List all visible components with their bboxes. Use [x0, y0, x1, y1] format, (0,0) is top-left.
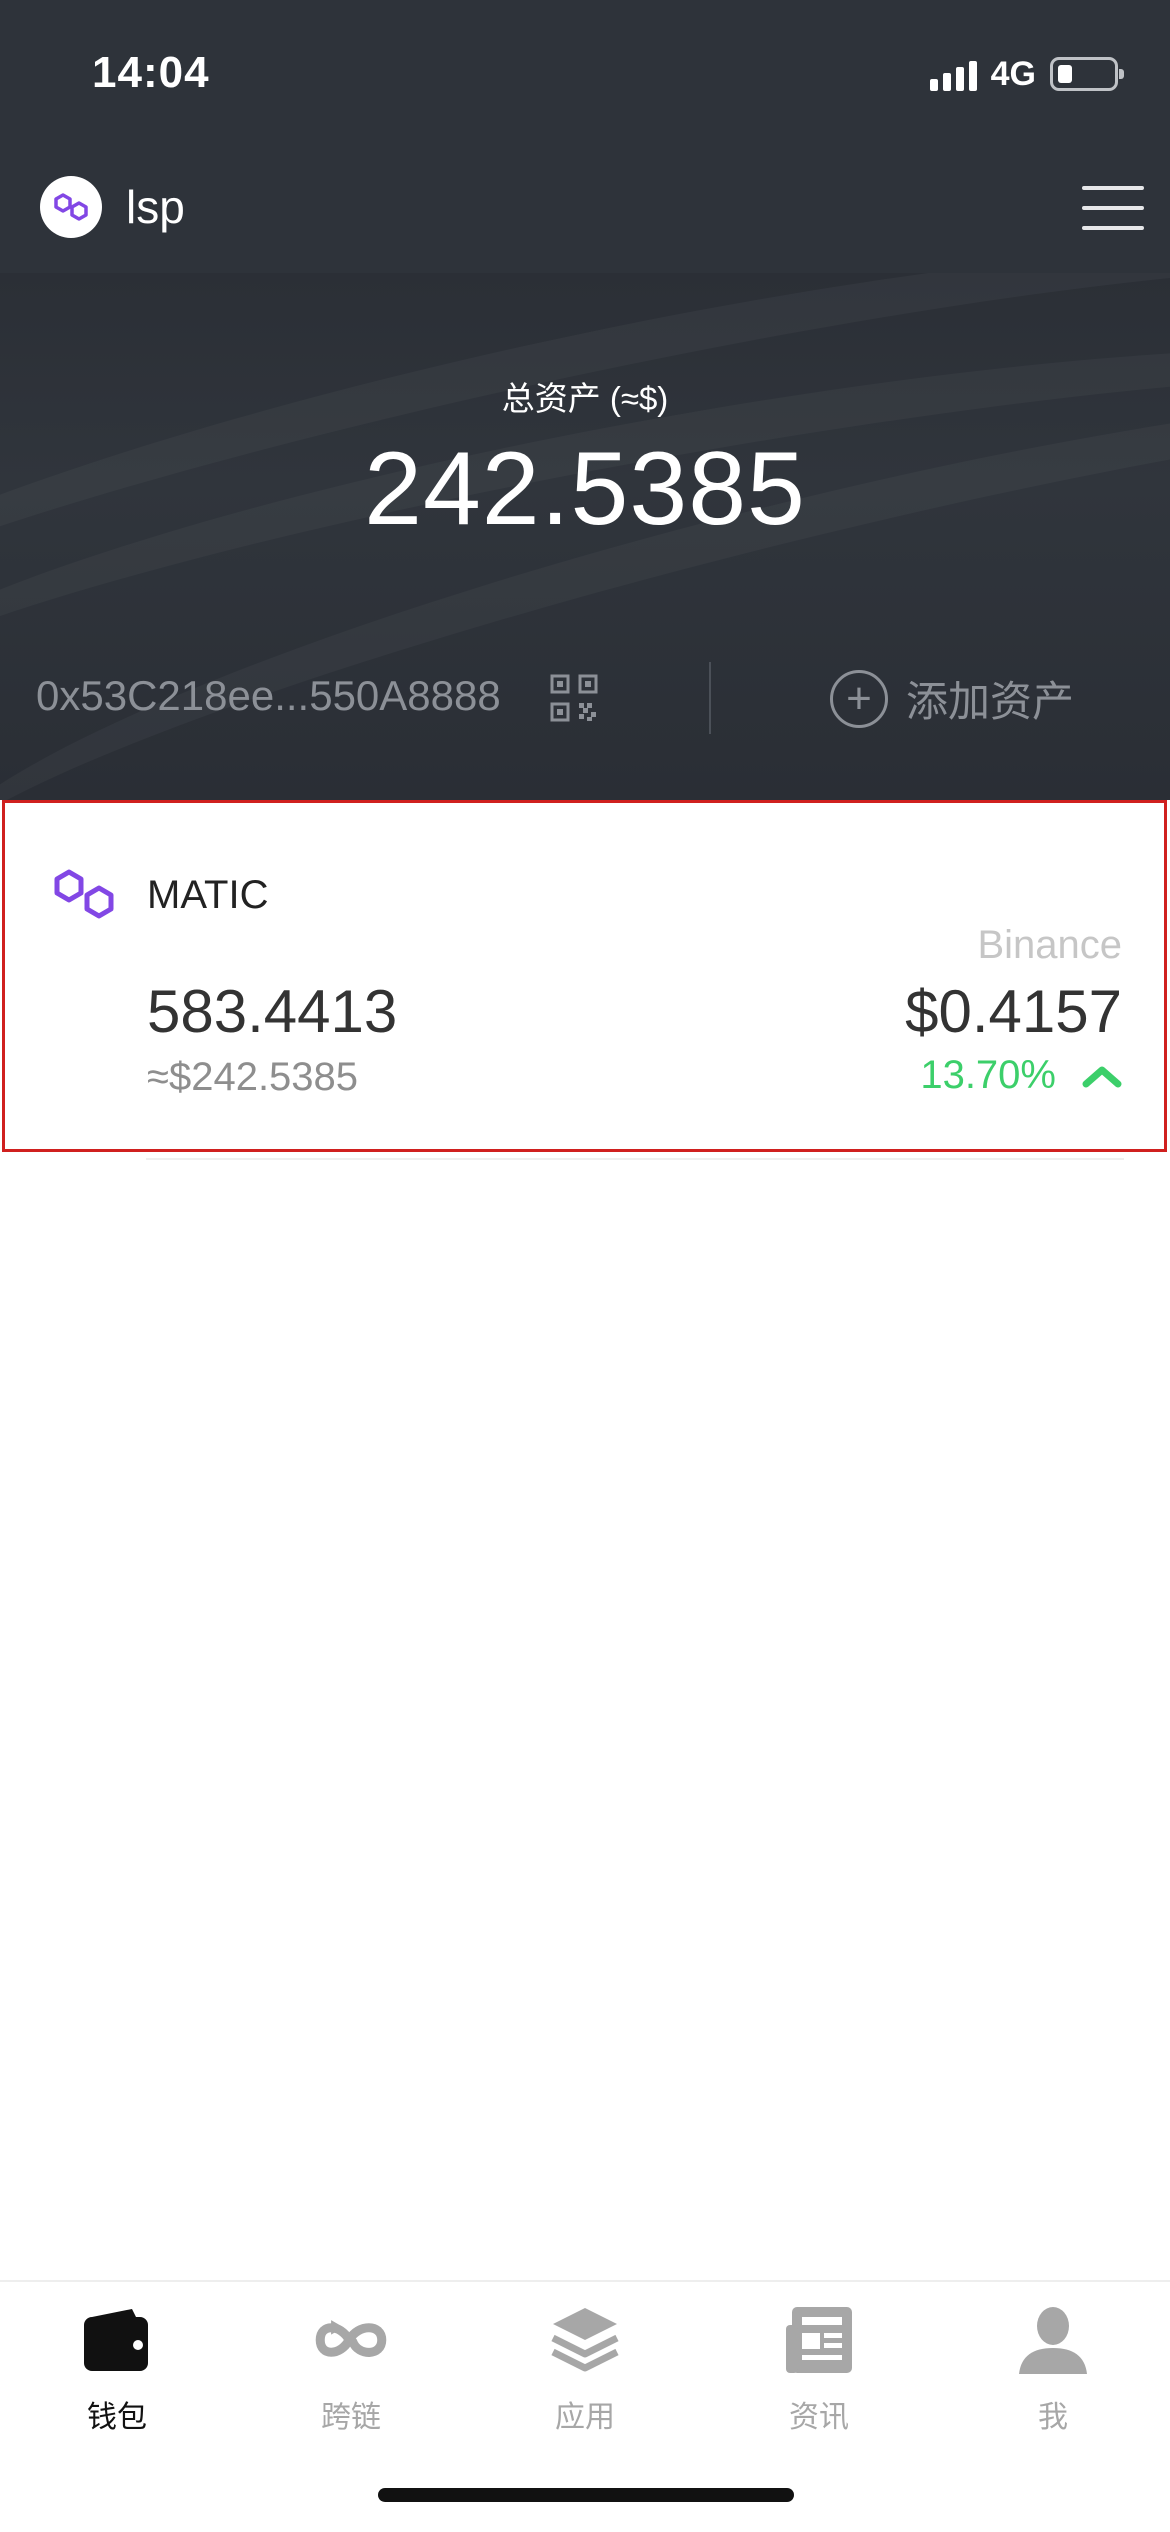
header-divider [709, 662, 711, 734]
wallet-name[interactable]: lsp [126, 180, 185, 234]
tab-label: 应用 [555, 2401, 615, 2434]
add-asset-label: 添加资产 [906, 678, 1075, 725]
wallet-icon [79, 2302, 155, 2378]
asset-exchange: Binance [977, 923, 1122, 967]
tab-apps[interactable]: 应用 [468, 2302, 702, 2442]
polygon-matic-icon [51, 865, 119, 923]
qr-code-icon[interactable] [550, 674, 598, 722]
row-divider [146, 1158, 1124, 1160]
asset-balance: 583.4413 [147, 978, 398, 1045]
tab-label: 我 [1038, 2401, 1068, 2434]
news-icon [781, 2302, 857, 2378]
plus-circle-icon: + [830, 669, 888, 728]
asset-price: $0.4157 [905, 978, 1122, 1045]
asset-change: 13.70% [920, 1053, 1122, 1098]
tab-label: 钱包 [87, 2401, 147, 2434]
cross-chain-icon [313, 2302, 389, 2378]
signal-icon [929, 57, 977, 91]
asset-row-matic[interactable]: MATIC Binance 583.4413 $0.4157 ≈$242.538… [2, 800, 1167, 1152]
tab-label: 资讯 [789, 2401, 849, 2434]
asset-name: MATIC [147, 873, 269, 917]
tab-news[interactable]: 资讯 [702, 2302, 936, 2442]
network-type: 4G [990, 54, 1036, 93]
wallet-header: 14:04 4G lsp 总资产 (≈$) 242.5385 0x53C218e… [0, 0, 1170, 800]
apps-layers-icon [547, 2302, 623, 2378]
battery-icon [1050, 57, 1124, 91]
tab-wallet[interactable]: 钱包 [0, 2302, 234, 2442]
tab-profile[interactable]: 我 [936, 2302, 1170, 2442]
home-indicator[interactable] [378, 2488, 794, 2502]
asset-fiat-value: ≈$242.5385 [147, 1055, 359, 1099]
hamburger-menu-icon[interactable] [1082, 186, 1144, 230]
total-assets-label: 总资产 (≈$) [501, 380, 669, 417]
tab-cross-chain[interactable]: 跨链 [234, 2302, 468, 2442]
status-time: 14:04 [92, 48, 210, 97]
tab-label: 跨链 [321, 2401, 381, 2434]
add-asset-button[interactable]: + 添加资产 [830, 668, 1074, 729]
wallet-address[interactable]: 0x53C218ee...550A8888 [36, 672, 501, 720]
profile-icon [1015, 2302, 1091, 2378]
status-indicators: 4G [929, 52, 1124, 96]
total-assets-value: 242.5385 [364, 431, 806, 547]
polygon-logo-icon[interactable] [40, 176, 102, 238]
arrow-up-icon [1082, 1066, 1122, 1087]
asset-change-percent: 13.70% [920, 1053, 1056, 1097]
